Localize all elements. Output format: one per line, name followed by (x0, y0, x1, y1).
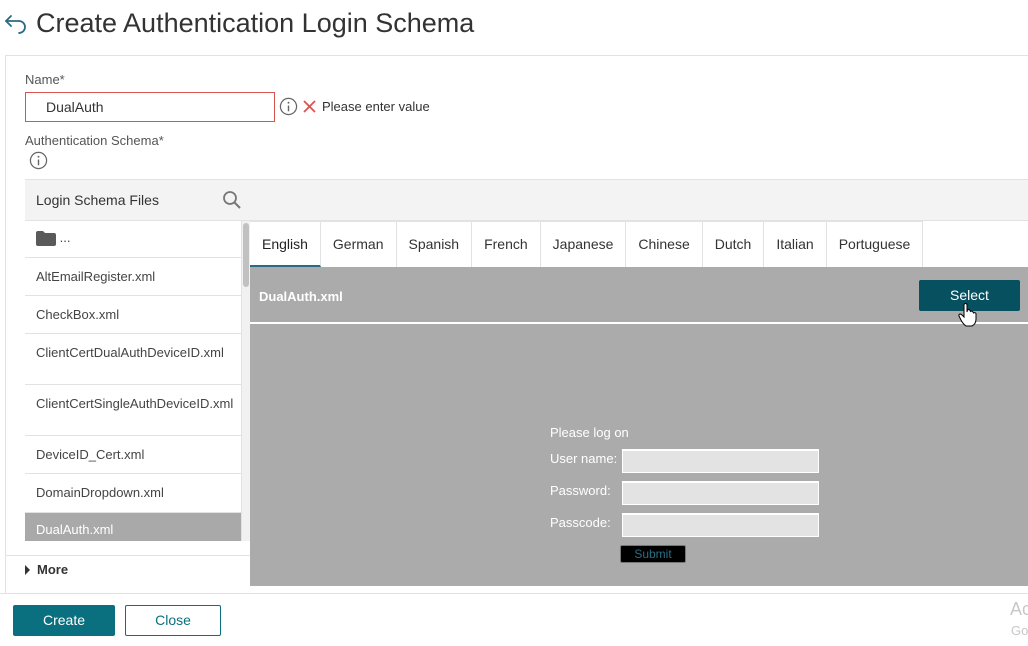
file-item[interactable]: ClientCertSingleAuthDeviceID.xml (25, 385, 241, 436)
schema-preview: DualAuth.xml Select Please log on User n… (250, 267, 1028, 586)
preview-bar: DualAuth.xml Select (250, 267, 1028, 327)
files-title: Login Schema Files (36, 192, 159, 208)
folder-icon (36, 231, 56, 247)
tab-german[interactable]: German (320, 222, 397, 267)
create-button[interactable]: Create (13, 605, 115, 636)
password-field[interactable] (622, 481, 819, 505)
passcode-field[interactable] (622, 513, 819, 537)
preview-file-name: DualAuth.xml (259, 289, 343, 304)
page-header: Create Authentication Login Schema (0, 0, 1028, 48)
info-icon[interactable] (279, 97, 298, 116)
name-input[interactable] (25, 92, 275, 122)
close-button[interactable]: Close (125, 605, 221, 636)
schema-label: Authentication Schema* (25, 133, 164, 148)
file-item[interactable]: DomainDropdown.xml (25, 474, 241, 513)
more-label: More (37, 562, 69, 577)
tab-french[interactable]: French (472, 222, 541, 267)
more-toggle[interactable]: More (5, 555, 250, 583)
tab-portuguese[interactable]: Portuguese (826, 222, 924, 267)
search-icon[interactable] (222, 190, 242, 210)
username-field[interactable] (622, 449, 819, 473)
hand-cursor-icon (958, 303, 977, 327)
tab-english[interactable]: English (250, 222, 321, 267)
activation-watermark-sub: Go (1011, 623, 1028, 638)
tab-italian[interactable]: Italian (764, 222, 827, 267)
file-item[interactable]: CheckBox.xml (25, 296, 241, 334)
file-item[interactable]: DeviceID_Cert.xml (25, 436, 241, 474)
folder-item[interactable]: ... (25, 221, 241, 258)
page: Create Authentication Login Schema Name*… (0, 0, 1028, 646)
file-item[interactable]: ClientCertDualAuthDeviceID.xml (25, 334, 241, 385)
name-label: Name* (25, 72, 65, 87)
files-header: Login Schema Files (25, 179, 1028, 221)
submit-button[interactable]: Submit (620, 545, 686, 563)
back-arrow-icon[interactable] (4, 11, 28, 35)
footer: Create Close Ac Go (0, 593, 1028, 646)
language-tabs: English German Spanish French Japanese C… (250, 221, 924, 267)
file-item[interactable]: AltEmailRegister.xml (25, 258, 241, 296)
tab-spanish[interactable]: Spanish (396, 222, 473, 267)
password-label: Password: (550, 483, 611, 498)
tab-japanese[interactable]: Japanese (540, 222, 627, 267)
info-icon[interactable] (29, 151, 48, 170)
folder-label: ... (59, 230, 71, 245)
scrollbar-thumb[interactable] (243, 223, 249, 287)
activation-watermark: Ac (1010, 599, 1028, 619)
tab-chinese[interactable]: Chinese (626, 222, 703, 267)
username-label: User name: (550, 451, 618, 466)
passcode-label: Passcode: (550, 515, 611, 530)
error-message: Please enter value (322, 99, 430, 114)
file-list-scrollbar[interactable] (242, 221, 250, 541)
file-item-selected[interactable]: DualAuth.xml (25, 513, 241, 541)
login-title: Please log on (550, 425, 629, 440)
page-title: Create Authentication Login Schema (36, 8, 475, 38)
file-list: ... AltEmailRegister.xml CheckBox.xml Cl… (25, 221, 242, 541)
tab-dutch[interactable]: Dutch (702, 222, 765, 267)
expand-arrow-icon (25, 565, 30, 575)
error-x-icon (303, 100, 316, 113)
